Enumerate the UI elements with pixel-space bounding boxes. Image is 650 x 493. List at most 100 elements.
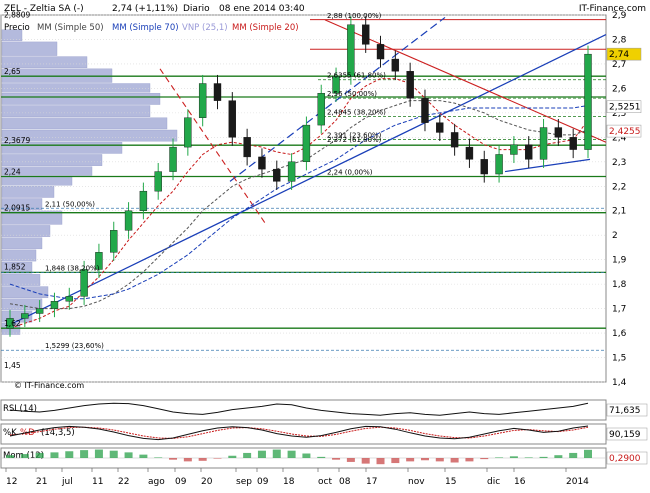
header-datetime: 08 ene 2014 03:40: [219, 4, 305, 14]
momentum-bar: [480, 458, 489, 460]
x-tick-label: 17: [366, 477, 377, 487]
fib-level-label: 2,372 (61,80%): [327, 136, 382, 144]
legend-label: MM (Simple 70): [112, 23, 179, 33]
fib-level-label: 2,6355 (61,80%): [327, 72, 386, 80]
volume-profile-bar: [1, 186, 55, 198]
y-tick-label: 2,3: [612, 158, 626, 168]
momentum-bar: [198, 458, 207, 461]
y-tick-label: 1,6: [612, 329, 627, 339]
left-price-label: 2,3679: [4, 136, 30, 145]
momentum-bar: [317, 456, 326, 458]
candle-body: [184, 117, 192, 148]
stochastic-k-label: %K: [3, 428, 17, 438]
momentum-bar: [243, 452, 252, 458]
candle-body: [154, 171, 162, 192]
left-price-label: 2,8809: [4, 11, 30, 20]
candle-body: [35, 308, 44, 314]
momentum-bar: [569, 452, 578, 458]
x-tick-label: 2014: [566, 477, 589, 487]
candle-body: [243, 137, 251, 158]
volume-profile-bar: [1, 176, 73, 186]
y-tick-label: 2,2: [612, 182, 626, 192]
volume-profile-bar: [1, 56, 88, 69]
momentum-bar: [228, 455, 237, 458]
momentum-bar: [465, 458, 474, 462]
volume-profile-bar: [1, 93, 161, 105]
momentum-bar: [139, 454, 148, 458]
momentum-bar: [450, 458, 459, 463]
momentum-bar: [302, 453, 311, 458]
candle-body: [65, 296, 73, 302]
fib-level-label: 2,11 (50,00%): [45, 200, 95, 208]
x-tick-label: 20: [201, 477, 213, 487]
y-tick-label: 1,4: [612, 378, 627, 388]
momentum-bar: [94, 449, 103, 458]
left-price-label: 2,24: [4, 167, 21, 176]
momentum-bar: [346, 458, 355, 462]
candle-body: [228, 100, 237, 138]
x-tick-label: oct: [318, 477, 332, 487]
candle-body: [317, 93, 325, 126]
x-tick-label: sep: [236, 477, 252, 487]
momentum-bar: [183, 458, 192, 462]
momentum-bar: [272, 449, 281, 458]
x-tick-label: 11: [92, 477, 103, 487]
momentum-bar: [50, 452, 59, 458]
candle-body: [539, 127, 548, 160]
momentum-bar: [406, 458, 415, 462]
momentum-bar: [287, 450, 296, 458]
x-tick-label: dic: [487, 477, 500, 487]
price-tag-label: 2,4255: [609, 127, 641, 137]
x-tick-label: 09: [257, 477, 269, 487]
momentum-value: 0,2900: [609, 454, 641, 464]
stochastic-value: 90,159: [609, 430, 641, 440]
rsi-panel: [0, 399, 607, 421]
left-price-label: 1,62: [4, 319, 21, 328]
volume-profile-bar: [1, 41, 58, 56]
volume-profile-bar: [1, 286, 49, 299]
y-tick-label: 2,6: [612, 84, 627, 94]
volume-profile-bar: [1, 105, 151, 117]
momentum-bar: [154, 457, 163, 458]
momentum-bar: [539, 456, 548, 458]
momentum-bar: [6, 455, 14, 458]
momentum-bar: [391, 458, 400, 464]
candle-body: [480, 159, 488, 175]
x-tick-label: jul: [61, 477, 73, 487]
volume-profile-bar: [1, 237, 43, 250]
candle-body: [258, 156, 266, 170]
y-tick-label: 2,9: [612, 11, 627, 21]
fib-level-label: 2,88 (100,00%): [327, 12, 382, 20]
price-tag-label: 2,5251: [609, 103, 641, 113]
momentum-bar: [554, 455, 563, 458]
candle-body: [554, 127, 563, 138]
momentum-bar: [124, 452, 133, 458]
y-tick-label: 2,8: [612, 35, 627, 45]
stochastic-panel: [0, 423, 607, 445]
fib-level-label: 1,5299 (23,60%): [45, 342, 104, 350]
candle-body: [287, 161, 296, 182]
candle-body: [436, 122, 444, 133]
left-price-label: 2,0915: [4, 204, 30, 213]
momentum-bar: [524, 457, 533, 458]
x-tick-label: 12: [6, 477, 17, 487]
y-tick-label: 2,7: [612, 60, 626, 70]
momentum-bar: [257, 450, 266, 458]
header-period: Diario: [183, 4, 210, 14]
x-tick-label: 18: [283, 477, 295, 487]
x-tick-label: 08: [339, 477, 351, 487]
stochastic-params-label: (14,3,5): [41, 428, 75, 438]
x-tick-label: 15: [445, 477, 456, 487]
watermark: © IT-Finance.com: [14, 381, 84, 390]
momentum-bar: [509, 456, 518, 458]
candle-body: [50, 301, 59, 309]
stock-chart: ZEL - Zeltia SA (-) 2,74 (+1,11%) Diario 08…: [0, 4, 648, 487]
rsi-title: RSI (14): [3, 404, 37, 414]
legend-label: MM (Simple 20): [232, 23, 299, 33]
y-tick-label: 1,7: [612, 305, 626, 315]
candle-body: [361, 24, 370, 45]
x-tick-label: 16: [514, 477, 526, 487]
fib-level-label: 2,56 (50,00%): [327, 90, 377, 98]
momentum-bar: [213, 458, 222, 459]
left-price-label: 2,65: [4, 67, 21, 76]
